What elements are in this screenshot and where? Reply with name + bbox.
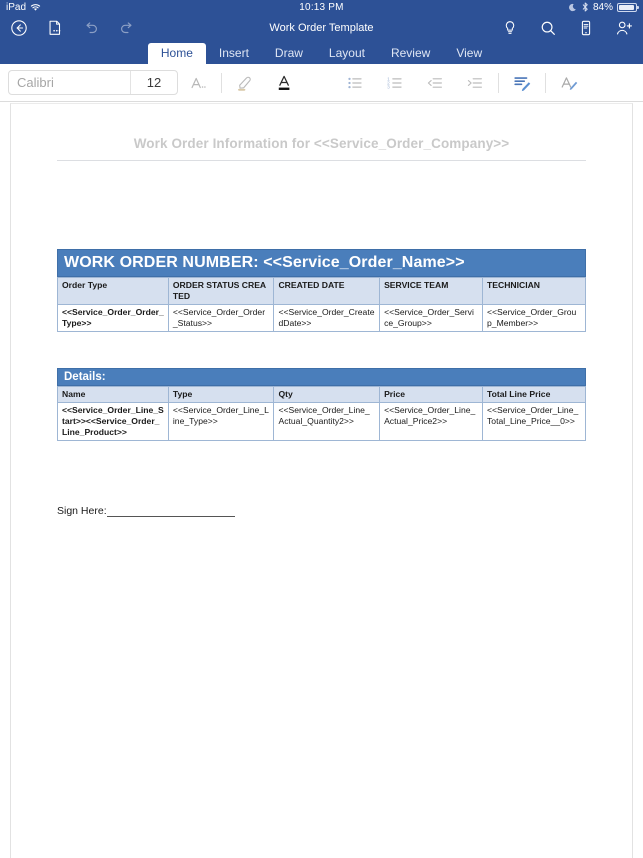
- font-size-input[interactable]: 12: [131, 75, 177, 90]
- table-header-row: Order Type ORDER STATUS CREATED CREATED …: [57, 277, 586, 305]
- text-styles-icon[interactable]: [549, 68, 589, 98]
- tab-view[interactable]: View: [443, 43, 495, 64]
- cell-created-date: <<Service_Order_CreatedDate>>: [273, 304, 381, 332]
- highlighter-icon[interactable]: [225, 68, 265, 98]
- table-row: <<Service_Order_Line_Start>><<Service_Or…: [57, 402, 586, 441]
- battery-percent: 84%: [592, 1, 613, 13]
- cell-line-price: <<Service_Order_Line_Actual_Price2>>: [379, 402, 484, 441]
- font-name-input[interactable]: Calibri: [9, 75, 130, 90]
- svg-text:3: 3: [387, 84, 390, 90]
- app-toolbar: Work Order Template: [0, 14, 643, 42]
- signature-line: Sign Here:: [57, 505, 586, 517]
- format-ribbon: Calibri 12 1 2 3: [0, 64, 643, 102]
- status-right: 84%: [569, 1, 639, 13]
- moon-icon: [569, 3, 578, 12]
- ios-status-bar: iPad 10:13 PM 84%: [0, 0, 643, 14]
- toolbar-left-group: [10, 19, 136, 37]
- document-header-text: Work Order Information for <<Service_Ord…: [133, 136, 510, 151]
- ribbon-separator-2: [498, 72, 499, 93]
- increase-indent-icon[interactable]: [455, 68, 495, 98]
- tab-review[interactable]: Review: [378, 43, 443, 64]
- numbered-list-icon[interactable]: 1 2 3: [375, 68, 415, 98]
- lightbulb-icon[interactable]: [501, 19, 519, 37]
- ribbon-separator-3: [545, 72, 546, 93]
- column-service-team: SERVICE TEAM: [379, 277, 484, 305]
- bluetooth-icon: [582, 2, 589, 12]
- cell-order-type: <<Service_Order_Order_Type>>: [57, 304, 169, 332]
- format-text-icon[interactable]: [178, 68, 218, 98]
- column-total-line-price: Total Line Price: [482, 386, 586, 403]
- back-circle-icon[interactable]: [10, 19, 28, 37]
- signature-label: Sign Here:: [57, 505, 107, 517]
- column-name: Name: [57, 386, 169, 403]
- work-order-table: Order Type ORDER STATUS CREATED CREATED …: [57, 277, 586, 332]
- details-table-block: Details: Name Type Qty Price Total Line …: [57, 368, 586, 441]
- decrease-indent-icon[interactable]: [415, 68, 455, 98]
- paragraph-group: 1 2 3: [335, 68, 589, 98]
- work-order-table-block: WORK ORDER NUMBER: <<Service_Order_Name>…: [57, 249, 586, 332]
- details-table: Name Type Qty Price Total Line Price <<S…: [57, 386, 586, 441]
- redo-icon[interactable]: [118, 19, 136, 37]
- font-format-group: [178, 68, 305, 98]
- tab-home[interactable]: Home: [147, 43, 206, 64]
- paragraph-styles-icon[interactable]: [502, 68, 542, 98]
- undo-icon[interactable]: [82, 19, 100, 37]
- tab-layout[interactable]: Layout: [316, 43, 378, 64]
- cell-technician: <<Service_Order_Group_Member>>: [482, 304, 586, 332]
- mobile-view-icon[interactable]: [577, 19, 595, 37]
- cell-line-type: <<Service_Order_Line_Line_Type>>: [167, 402, 275, 441]
- signature-blank[interactable]: [106, 505, 235, 517]
- column-price: Price: [379, 386, 484, 403]
- bulleted-list-icon[interactable]: [335, 68, 375, 98]
- font-picker[interactable]: Calibri 12: [8, 70, 178, 95]
- cell-order-status: <<Service_Order_Order_Status>>: [167, 304, 275, 332]
- tab-draw[interactable]: Draw: [262, 43, 316, 64]
- table-header-row: Name Type Qty Price Total Line Price: [57, 386, 586, 403]
- cell-line-qty: <<Service_Order_Line_Actual_Quantity2>>: [273, 402, 381, 441]
- column-created-date: CREATED DATE: [273, 277, 381, 305]
- column-qty: Qty: [273, 386, 381, 403]
- ribbon-tabs: Home Insert Draw Layout Review View: [0, 42, 643, 64]
- font-color-icon[interactable]: [265, 68, 305, 98]
- table-gap-spacer: [11, 332, 632, 368]
- column-order-type: Order Type: [57, 277, 169, 305]
- add-person-icon[interactable]: [615, 19, 633, 37]
- battery-icon: [617, 2, 639, 12]
- details-banner: Details:: [57, 368, 586, 386]
- table-row: <<Service_Order_Order_Type>> <<Service_O…: [57, 304, 586, 332]
- toolbar-right-group: [501, 19, 633, 37]
- column-technician: TECHNICIAN: [482, 277, 586, 305]
- tab-insert[interactable]: Insert: [206, 43, 262, 64]
- cell-line-total: <<Service_Order_Line_Total_Line_Price__0…: [482, 402, 586, 441]
- cell-service-team: <<Service_Order_Service_Group>>: [379, 304, 484, 332]
- document-page[interactable]: Work Order Information for <<Service_Ord…: [10, 103, 633, 858]
- file-options-icon[interactable]: [46, 19, 64, 37]
- column-order-status-created: ORDER STATUS CREATED: [167, 277, 275, 305]
- ribbon-separator-1: [221, 72, 222, 93]
- header-spacer: [11, 161, 632, 249]
- search-icon[interactable]: [539, 19, 557, 37]
- cell-line-name: <<Service_Order_Line_Start>><<Service_Or…: [57, 402, 169, 441]
- status-time: 10:13 PM: [299, 1, 344, 13]
- work-order-banner: WORK ORDER NUMBER: <<Service_Order_Name>…: [57, 249, 586, 277]
- column-type: Type: [167, 386, 275, 403]
